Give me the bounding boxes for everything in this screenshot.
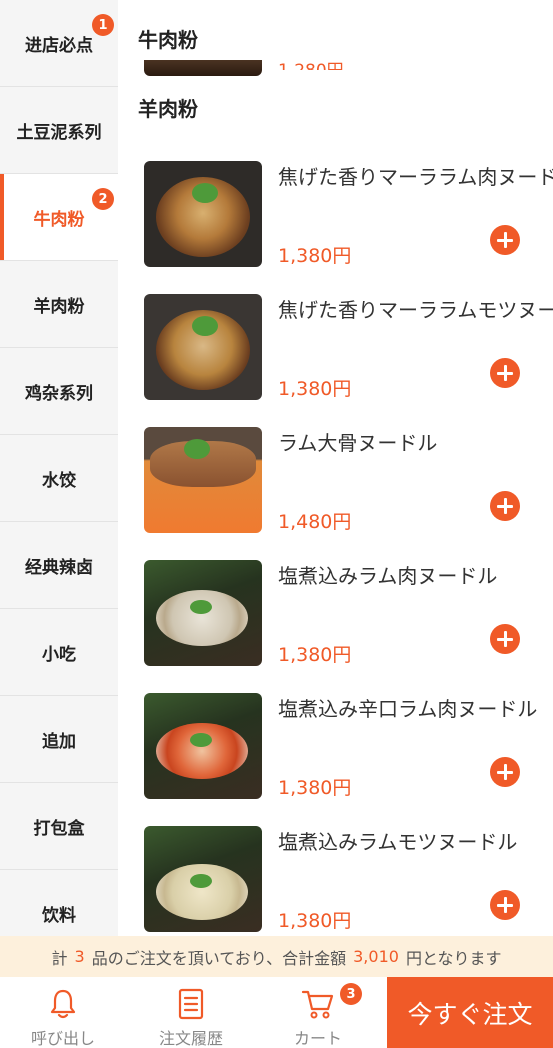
sidebar-item-lamb-noodle[interactable]: 羊肉粉 xyxy=(0,261,118,348)
item-name: 塩煮込みラムモツヌードル xyxy=(278,830,518,854)
cart-icon xyxy=(301,987,335,1021)
sidebar-badge: 1 xyxy=(92,14,114,36)
sidebar-item-label: 经典辣卤 xyxy=(25,557,93,578)
summary-count: 3 xyxy=(74,947,85,966)
sidebar-item-spicy-braised[interactable]: 经典辣卤 xyxy=(0,522,118,609)
menu-item[interactable]: 塩煮込み辛口ラム肉ヌードル 1,380円 xyxy=(144,693,553,801)
item-name: 焦げた香りマーララムモツヌードル xyxy=(278,298,553,322)
sidebar-badge: 2 xyxy=(92,188,114,210)
food-photo[interactable] xyxy=(144,161,262,267)
menu-item[interactable]: ラム大骨ヌードル 1,480円 xyxy=(144,427,553,535)
sidebar-item-dumplings[interactable]: 水饺 xyxy=(0,435,118,522)
food-photo[interactable] xyxy=(144,826,262,932)
item-price: 1,380円 xyxy=(278,777,352,799)
cart-count-badge: 3 xyxy=(340,983,362,1005)
item-price: 1,380円 xyxy=(278,910,352,932)
order-history-label: 注文履歴 xyxy=(158,1029,223,1048)
summary-middle: 品のご注文を頂いており、合計金額 xyxy=(91,948,347,968)
sidebar-item-label: 土豆泥系列 xyxy=(16,122,102,143)
food-photo[interactable] xyxy=(144,427,262,533)
item-price: 1,380円 xyxy=(278,378,352,400)
order-summary-bar: 計 3 品のご注文を頂いており、合計金額 3,010 円となります xyxy=(0,936,553,977)
bottom-bar: 呼び出し 注文履歴 カート 3 今すぐ注文 xyxy=(0,977,553,1048)
sidebar-item-label: 打包盒 xyxy=(33,818,85,839)
summary-prefix: 計 xyxy=(51,948,68,968)
sidebar-item-label: 牛肉粉 xyxy=(33,209,85,230)
menu-item[interactable]: 塩煮込みラムモツヌードル 1,380円 xyxy=(144,826,553,934)
item-name: 焦げた香りマーララム肉ヌードル xyxy=(278,165,553,189)
bell-icon xyxy=(46,987,80,1021)
sidebar-item-snacks[interactable]: 小吃 xyxy=(0,609,118,696)
order-history-button[interactable]: 注文履歴 xyxy=(131,977,251,1048)
summary-total: 3,010 xyxy=(353,947,399,966)
menu-item[interactable]: 焦げた香りマーララム肉ヌードル 1,380円 xyxy=(144,161,553,269)
food-photo[interactable] xyxy=(144,560,262,666)
food-photo[interactable] xyxy=(144,693,262,799)
receipt-icon xyxy=(174,987,208,1021)
food-photo[interactable] xyxy=(144,294,262,400)
sidebar-item-label: 饮料 xyxy=(42,905,76,926)
sidebar-item-takeout-box[interactable]: 打包盒 xyxy=(0,783,118,870)
category-sidebar: 进店必点 1 土豆泥系列 牛肉粉 2 羊肉粉 鸡杂系列 水饺 经典辣卤 小吃 追… xyxy=(0,0,118,936)
menu-list[interactable]: 1,280円 牛肉粉 羊肉粉 焦げた香りマーララム肉ヌードル 1,380円 焦げ… xyxy=(118,0,553,936)
sidebar-item-label: 小吃 xyxy=(42,644,76,665)
sidebar-item-label: 羊肉粉 xyxy=(33,296,85,317)
plus-icon[interactable] xyxy=(490,358,520,388)
item-name: 塩煮込みラム肉ヌードル xyxy=(278,564,498,588)
sidebar-item-label: 进店必点 xyxy=(25,35,93,56)
plus-icon[interactable] xyxy=(490,225,520,255)
item-price: 1,380円 xyxy=(278,245,352,267)
call-staff-button[interactable]: 呼び出し xyxy=(3,977,123,1048)
sidebar-item-jindian-bidian[interactable]: 进店必点 1 xyxy=(0,0,118,87)
call-staff-label: 呼び出し xyxy=(30,1029,95,1048)
sidebar-item-extras[interactable]: 追加 xyxy=(0,696,118,783)
item-name: 塩煮込み辛口ラム肉ヌードル xyxy=(278,697,538,721)
plus-icon[interactable] xyxy=(490,757,520,787)
sidebar-item-beef-noodle[interactable]: 牛肉粉 2 xyxy=(0,174,118,261)
summary-suffix: 円となります xyxy=(405,948,502,968)
sidebar-item-label: 追加 xyxy=(42,731,76,752)
menu-item[interactable]: 塩煮込みラム肉ヌードル 1,380円 xyxy=(144,560,553,668)
order-now-button[interactable]: 今すぐ注文 xyxy=(387,977,553,1048)
previous-item-price: 1,280円 xyxy=(278,56,344,70)
sidebar-item-label: 水饺 xyxy=(42,470,76,491)
sidebar-item-drinks[interactable]: 饮料 xyxy=(0,870,118,936)
menu-item[interactable]: 焦げた香りマーララムモツヌードル 1,380円 xyxy=(144,294,553,402)
sticky-category-title: 牛肉粉 xyxy=(138,28,198,52)
plus-icon[interactable] xyxy=(490,624,520,654)
plus-icon[interactable] xyxy=(490,890,520,920)
sidebar-item-chicken-giblets[interactable]: 鸡杂系列 xyxy=(0,348,118,435)
sidebar-item-label: 鸡杂系列 xyxy=(25,383,93,404)
section-title: 羊肉粉 xyxy=(138,97,198,121)
sidebar-item-potato-mash[interactable]: 土豆泥系列 xyxy=(0,87,118,174)
plus-icon[interactable] xyxy=(490,491,520,521)
cart-label: カート xyxy=(293,1029,342,1048)
item-price: 1,380円 xyxy=(278,644,352,666)
item-name: ラム大骨ヌードル xyxy=(278,431,438,455)
item-price: 1,480円 xyxy=(278,511,352,533)
previous-item-photo xyxy=(144,60,262,76)
